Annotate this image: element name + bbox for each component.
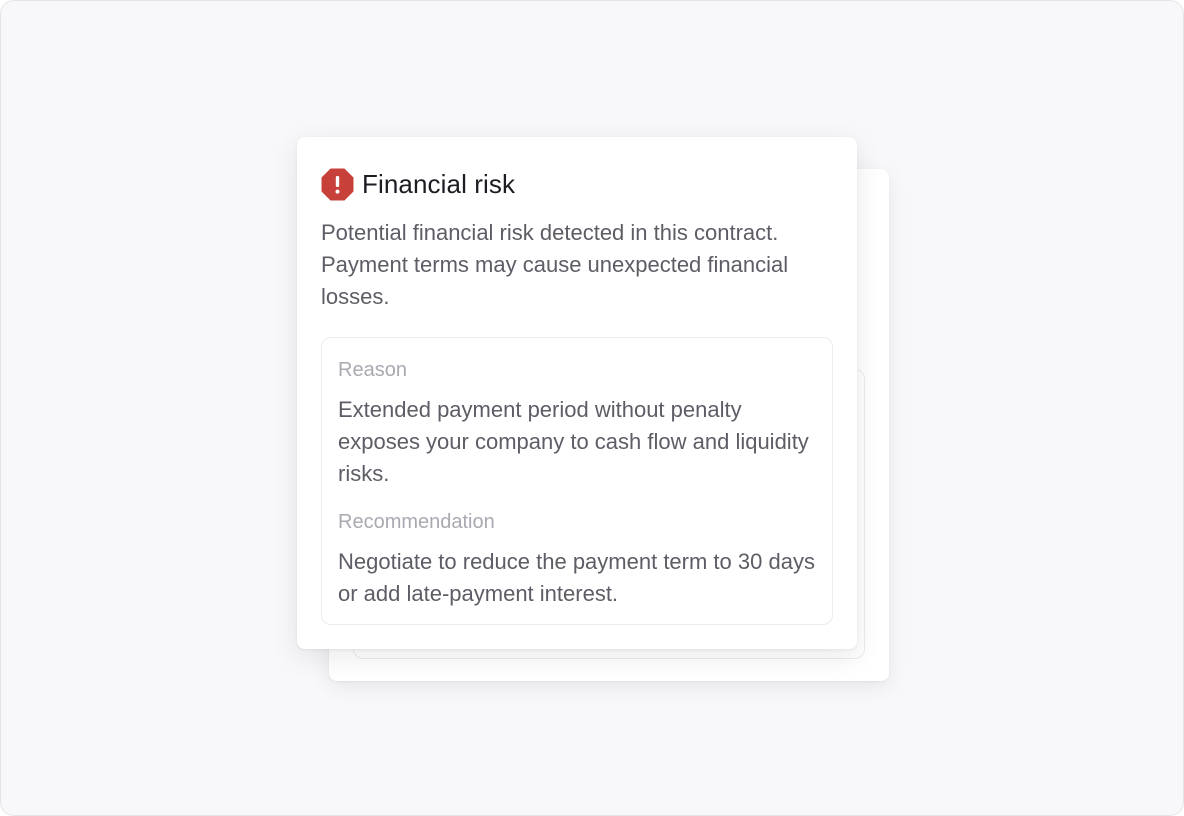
background-canvas: Financial risk Potential financial risk …: [0, 0, 1184, 816]
alert-octagon-icon: [321, 168, 354, 201]
recommendation-label: Recommendation: [338, 511, 495, 533]
risk-card-header: Financial risk: [321, 167, 515, 201]
reason-text: Extended payment period without penalty …: [338, 397, 809, 486]
recommendation-text: Negotiate to reduce the payment term to …: [338, 549, 815, 606]
risk-description: Potential financial risk detected in thi…: [321, 220, 789, 309]
risk-details-panel: Reason Extended payment period without p…: [321, 337, 833, 625]
reason-label: Reason: [338, 359, 407, 381]
risk-card: Financial risk Potential financial risk …: [297, 137, 857, 649]
risk-title: Financial risk: [362, 169, 516, 199]
